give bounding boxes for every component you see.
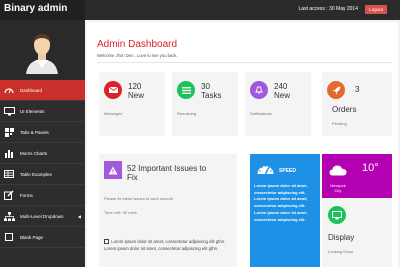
stat-card-tasks: 30 Tasks Remaining (172, 72, 238, 136)
sidebar-item-label: UI Elements (20, 108, 45, 114)
stat-value: 30 (201, 82, 210, 91)
city-line: City (334, 188, 342, 193)
qrcode-icon (0, 122, 18, 143)
page-subtitle: Welcome Jhon Deo , Love to see you back. (97, 53, 178, 58)
issues-note: Please fix these issues to work smooth (104, 196, 173, 201)
list-icon (177, 81, 195, 99)
sidebar-item-table-examples[interactable]: Table Examples (0, 164, 85, 185)
stat-caption: Messages (104, 111, 123, 116)
issues-body: Lorem ipsum dolor sit amet, consectetur … (104, 238, 232, 252)
city-name: Newyork City (325, 183, 351, 193)
warning-icon (104, 161, 122, 179)
sidebar-item-label: Blank Page (20, 234, 44, 240)
sidebar-item-ui-elements[interactable]: UI Elements (0, 101, 85, 122)
stat-unit: Orders (332, 105, 357, 114)
issues-time-left: Time Left: 30 mins (104, 210, 137, 215)
sidebar-item-multi-level-dropdown[interactable]: Multi-Level Dropdown ◀ (0, 206, 85, 227)
weather-tile: 10° Newyork City (322, 154, 392, 198)
temperature: 10° (362, 162, 379, 174)
logout-button[interactable]: Logout (365, 5, 387, 14)
stat-card-messages: 120 New Messages (99, 72, 165, 136)
speed-title: SPEED (279, 168, 296, 174)
user-panel (0, 20, 85, 80)
stat-value: 3 (355, 85, 360, 94)
last-access-text: Last access : 30 May 2014 (298, 6, 358, 12)
bar-chart-icon (0, 143, 18, 164)
sidebar-item-label: Multi-Level Dropdown (20, 213, 64, 219)
square-icon (0, 227, 18, 248)
dashboard-icon (0, 80, 18, 101)
edit-icon (0, 185, 18, 206)
sidebar-item-label: Forms (20, 192, 33, 198)
sidebar-item-label: Morris Charts (20, 150, 48, 156)
sidebar-item-tabs-panels[interactable]: Tabs & Panels (0, 122, 85, 143)
stat-card-orders: 3 Orders Pending (322, 72, 392, 136)
chevron-left-icon: ◀ (77, 214, 81, 219)
desktop-icon (0, 101, 18, 122)
display-title: Display (328, 233, 355, 242)
avatar (22, 26, 62, 74)
sidebar-item-label: Tabs & Panels (20, 129, 49, 135)
sidebar-item-label: Dashboard (20, 87, 43, 93)
top-navbar: Binary admin Last access : 30 May 2014 L… (0, 0, 400, 20)
stat-value: 240 (274, 82, 288, 91)
speed-panel: SPEED Lorem ipsum dolor sit amet, consec… (250, 154, 320, 267)
sidebar-item-morris-charts[interactable]: Morris Charts (0, 143, 85, 164)
sidebar-item-blank-page[interactable]: Blank Page (0, 227, 85, 248)
envelope-icon (104, 81, 122, 99)
stat-value: 120 (128, 82, 142, 91)
issues-title-line: Fix (127, 173, 138, 182)
issues-panel: 52 Important Issues to Fix Please fix th… (99, 154, 237, 267)
sidebar-item-forms[interactable]: Forms (0, 185, 85, 206)
page-title: Admin Dashboard (97, 39, 178, 50)
divider (97, 62, 392, 63)
sidebar-item-label: Table Examples (20, 171, 52, 177)
sidebar: Dashboard UI Elements Tabs & Panels Morr… (0, 20, 85, 267)
stat-card-notifications: 240 New Notifications (245, 72, 311, 136)
issues-title-line: 52 Important Issues to (127, 164, 207, 173)
stat-unit: New (274, 91, 291, 100)
desktop-icon (328, 206, 346, 224)
sitemap-icon (0, 206, 18, 227)
main-content: Admin Dashboard Welcome Jhon Deo , Love … (87, 22, 398, 267)
stat-caption: Remaining (177, 111, 197, 116)
issues-title: 52 Important Issues to Fix (127, 164, 206, 182)
stat-caption: Notifications (250, 111, 272, 116)
display-subtitle: Looking Good (328, 249, 353, 254)
table-icon (0, 164, 18, 185)
stat-caption: Pending (332, 121, 347, 126)
sidebar-item-dashboard[interactable]: Dashboard (0, 80, 85, 101)
stat-unit: Tasks (201, 91, 222, 100)
stat-unit: New (128, 91, 145, 100)
speed-body: Lorem ipsum dolor sit amet, consectetur … (254, 183, 308, 222)
tachometer-icon (256, 161, 275, 180)
brand-logo[interactable]: Binary admin (4, 3, 67, 14)
bell-icon (250, 81, 268, 99)
issues-body-text: Lorem ipsum dolor sit amet, consectetur … (104, 239, 226, 251)
cloud-icon (329, 163, 347, 181)
display-tile: Display Looking Good (322, 198, 392, 267)
edit-icon (104, 239, 109, 245)
rocket-icon (327, 81, 345, 99)
sidebar-nav: Dashboard UI Elements Tabs & Panels Morr… (0, 80, 85, 248)
